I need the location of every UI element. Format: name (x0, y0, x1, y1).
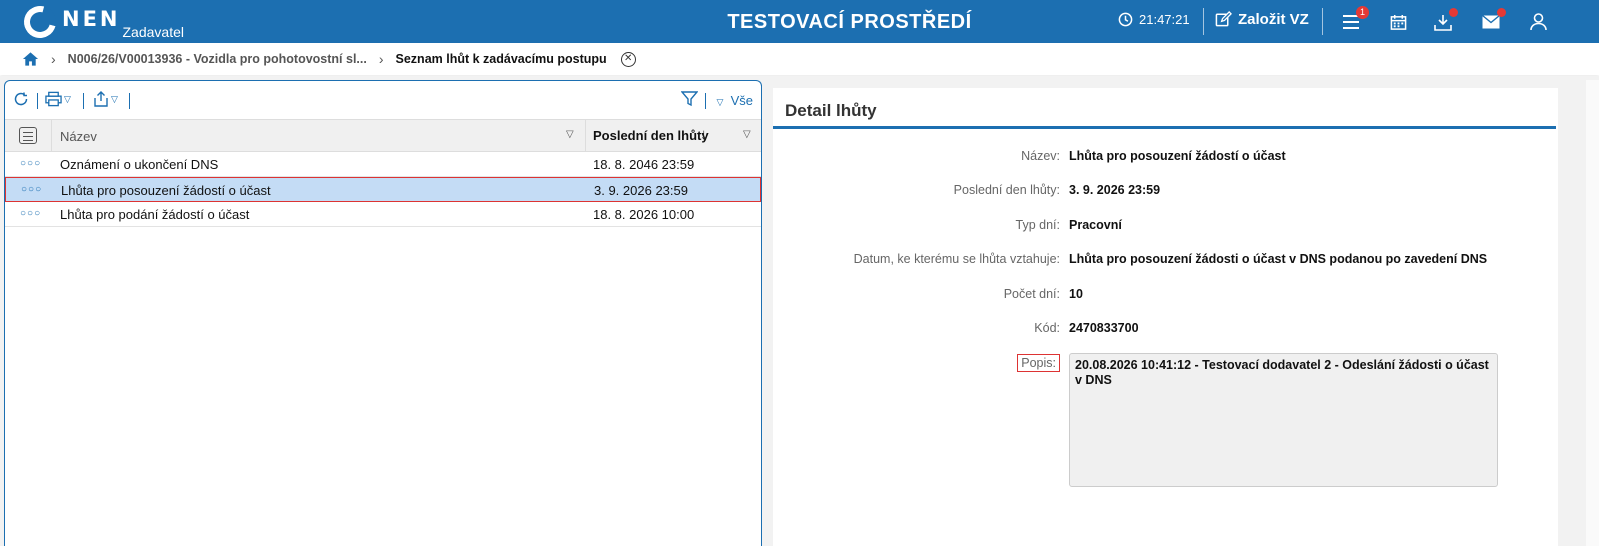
column-divider (51, 120, 52, 151)
column-divider (585, 120, 586, 151)
row-actions-icon[interactable]: ○○○ (20, 158, 41, 169)
deadlines-list-panel: ▽ ▽ ▽ Vše Název ▽ Poslední den lhůty ↓ ▽… (4, 80, 762, 546)
clock-icon (1118, 12, 1133, 27)
table-row[interactable]: ○○○ Lhůta pro posouzení žádostí o účast … (5, 177, 761, 202)
field-value-code: 2470833700 (1069, 321, 1139, 335)
row-deadline: 18. 8. 2046 23:59 (593, 157, 695, 172)
sort-arrow-down-icon[interactable]: ↓ (700, 126, 708, 143)
field-label-day-count: Počet dní: (1003, 287, 1060, 301)
row-deadline: 3. 9. 2026 23:59 (594, 183, 688, 198)
detail-title: Detail lhůty (785, 101, 877, 120)
table-row[interactable]: ○○○ Lhůta pro podání žádostí o účast 18.… (5, 202, 761, 227)
breadcrumb-item-procurement[interactable]: N006/26/V00013936 - Vozidla pro pohotovo… (68, 52, 367, 66)
field-label-code: Kód: (1034, 321, 1060, 335)
funnel-icon (681, 91, 698, 107)
list-toolbar: ▽ ▽ ▽ Vše (5, 81, 761, 119)
row-deadline: 18. 8. 2026 10:00 (593, 207, 695, 222)
user-button[interactable] (1527, 11, 1549, 33)
mail-icon (1482, 15, 1500, 29)
user-icon (1529, 13, 1547, 31)
filter-button[interactable] (681, 91, 698, 107)
refresh-icon (14, 92, 28, 106)
row-actions-icon[interactable]: ○○○ (20, 208, 41, 219)
messages-button[interactable] (1480, 8, 1506, 33)
field-value-day-count: 10 (1069, 287, 1083, 301)
dropdown-arrow-icon: ▽ (716, 97, 724, 107)
toolbar-divider (129, 93, 130, 109)
print-icon (45, 91, 62, 107)
filter-preset-label: Vše (730, 93, 753, 108)
top-bar: NEN Zadavatel TESTOVACÍ PROSTŘEDÍ 21:47:… (0, 0, 1599, 44)
chevron-right-icon: › (378, 51, 384, 67)
divider (1203, 8, 1204, 35)
column-filter-icon[interactable]: ▽ (566, 129, 574, 140)
column-header-name[interactable]: Název (60, 129, 97, 144)
deadline-detail-panel: Detail lhůty Název: Lhůta pro posouzení … (773, 88, 1558, 546)
calendar-icon (1390, 14, 1406, 30)
description-textarea[interactable]: 20.08.2026 10:41:12 - Testovací dodavate… (1069, 353, 1498, 487)
title-underline (773, 126, 1556, 129)
toolbar-divider (83, 93, 84, 109)
close-icon[interactable]: ✕ (620, 51, 636, 67)
dropdown-arrow-icon: ▽ (64, 93, 71, 104)
home-icon[interactable] (22, 51, 39, 67)
page-scrollbar[interactable] (1586, 80, 1599, 546)
download-button[interactable] (1432, 8, 1458, 33)
field-value-related-date: Lhůta pro posouzení žádosti o účast v DN… (1069, 252, 1488, 266)
clock-time: 21:47:21 (1139, 12, 1190, 27)
toolbar-divider (705, 93, 706, 109)
download-notification-dot (1449, 8, 1458, 17)
row-actions-icon[interactable]: ○○○ (21, 184, 42, 195)
table-row[interactable]: ○○○ Oznámení o ukončení DNS 18. 8. 2046 … (5, 152, 761, 177)
field-value-day-type: Pracovní (1069, 218, 1122, 232)
column-filter-icon[interactable]: ▽ (743, 129, 751, 140)
column-header-deadline[interactable]: Poslední den lhůty (593, 128, 709, 143)
breadcrumb-current: Seznam lhůt k zadávacímu postupu (395, 52, 607, 66)
calendar-button[interactable] (1387, 11, 1409, 33)
session-clock: 21:47:21 (1118, 12, 1190, 27)
menu-button[interactable]: 1 (1340, 6, 1369, 33)
field-label-day-type: Typ dní: (1015, 218, 1060, 232)
column-settings-icon[interactable] (19, 127, 37, 144)
row-name: Lhůta pro podání žádostí o účast (60, 207, 250, 222)
toolbar-divider (37, 93, 38, 109)
grid-header: Název ▽ Poslední den lhůty ↓ ▽ (5, 119, 761, 152)
divider (1322, 8, 1323, 35)
create-vz-button[interactable]: Založit VZ (1215, 11, 1309, 28)
dropdown-arrow-icon: ▽ (111, 93, 118, 104)
create-vz-label: Založit VZ (1238, 11, 1309, 28)
export-button[interactable]: ▽ (93, 91, 118, 107)
breadcrumb: › N006/26/V00013936 - Vozidla pro pohoto… (0, 43, 1599, 75)
print-button[interactable]: ▽ (45, 91, 71, 107)
field-label-name: Název: (1021, 149, 1060, 163)
mail-notification-dot (1497, 8, 1506, 17)
row-name: Lhůta pro posouzení žádostí o účast (61, 183, 271, 198)
refresh-button[interactable] (13, 91, 29, 107)
filter-preset-select[interactable]: ▽ Vše (714, 93, 753, 108)
menu-badge: 1 (1356, 6, 1369, 19)
download-icon (1434, 14, 1452, 31)
field-value-name: Lhůta pro posouzení žádostí o účast (1069, 149, 1286, 163)
export-icon (94, 91, 108, 107)
field-value-deadline: 3. 9. 2026 23:59 (1069, 183, 1161, 197)
field-label-deadline: Poslední den lhůty: (953, 183, 1060, 197)
edit-icon (1215, 11, 1232, 27)
chevron-right-icon: › (51, 51, 56, 67)
field-label-related-date: Datum, ke kterému se lhůta vztahuje: (853, 252, 1060, 266)
row-name: Oznámení o ukončení DNS (60, 157, 219, 172)
field-label-description: Popis: (1017, 354, 1060, 372)
